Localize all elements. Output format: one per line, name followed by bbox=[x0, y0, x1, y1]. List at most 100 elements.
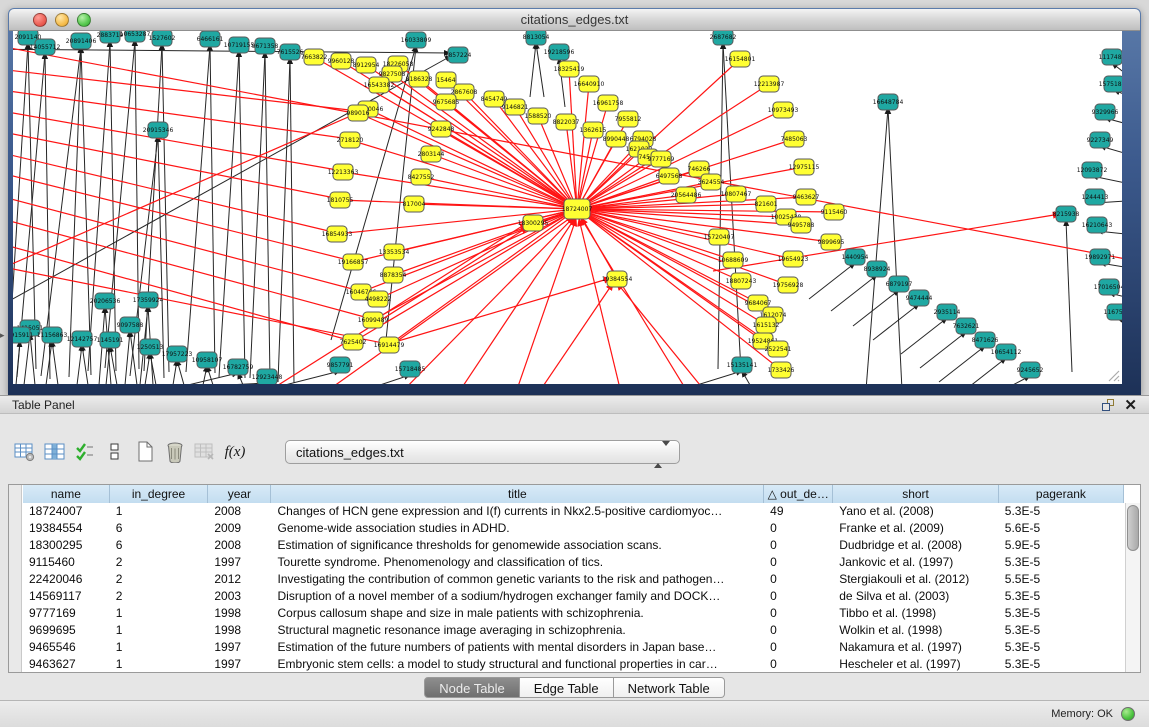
tab-network-table[interactable]: Network Table bbox=[614, 677, 725, 698]
table-cell[interactable]: 18300295 bbox=[23, 537, 110, 554]
table-cell[interactable]: Estimation of significance thresholds fo… bbox=[272, 537, 765, 554]
table-cell[interactable]: 0 bbox=[764, 605, 833, 622]
table-cell[interactable]: 1 bbox=[110, 503, 209, 520]
table-cell[interactable]: Estimation of the future numbers of pati… bbox=[272, 639, 765, 656]
table-row[interactable]: 1938455462009Genome-wide association stu… bbox=[23, 520, 1124, 537]
table-cell[interactable]: Structural magnetic resonance image aver… bbox=[272, 622, 765, 639]
table-cell[interactable]: 5.3E-5 bbox=[999, 639, 1124, 656]
table-cell[interactable]: 2 bbox=[110, 554, 209, 571]
resize-grip-icon[interactable] bbox=[1106, 368, 1120, 382]
table-cell[interactable]: 2009 bbox=[208, 520, 271, 537]
table-cell[interactable]: 1997 bbox=[208, 639, 271, 656]
table-cell[interactable]: 5.3E-5 bbox=[999, 656, 1124, 672]
table-cell[interactable]: 9463627 bbox=[23, 656, 110, 672]
table-cell[interactable]: 1997 bbox=[208, 554, 271, 571]
table-cell[interactable]: Tibbo et al. (1998) bbox=[833, 605, 999, 622]
table-cell[interactable]: Genome-wide association studies in ADHD. bbox=[272, 520, 765, 537]
table-row[interactable]: 1830029562008Estimation of significance … bbox=[23, 537, 1124, 554]
table-cell[interactable]: 1998 bbox=[208, 622, 271, 639]
table-cell[interactable]: Franke et al. (2009) bbox=[833, 520, 999, 537]
table-cell[interactable]: Yano et al. (2008) bbox=[833, 503, 999, 520]
table-cell[interactable]: Jankovic et al. (1997) bbox=[833, 554, 999, 571]
table-cell[interactable]: 0 bbox=[764, 622, 833, 639]
table-cell[interactable]: 6 bbox=[110, 537, 209, 554]
table-row[interactable]: 1456911722003Disruption of a novel membe… bbox=[23, 588, 1124, 605]
citation-network-graph[interactable]: 2091140140557122089140628837191065328715… bbox=[13, 31, 1122, 384]
column-header-pagerank[interactable]: pagerank bbox=[999, 485, 1124, 503]
table-cell[interactable]: 18724007 bbox=[23, 503, 110, 520]
new-table-icon[interactable] bbox=[130, 438, 160, 466]
table-cell[interactable]: 2 bbox=[110, 588, 209, 605]
table-row[interactable]: 946362711997Embryonic stem cells: a mode… bbox=[23, 656, 1124, 672]
table-cell[interactable]: Dudbridge et al. (2008) bbox=[833, 537, 999, 554]
column-header-short[interactable]: short bbox=[833, 485, 999, 503]
table-row[interactable]: 2242004622012Investigating the contribut… bbox=[23, 571, 1124, 588]
table-cell[interactable]: 2008 bbox=[208, 503, 271, 520]
table-cell[interactable]: 5.3E-5 bbox=[999, 622, 1124, 639]
vertical-scrollbar[interactable] bbox=[1125, 503, 1140, 672]
table-cell[interactable]: Corpus callosum shape and size in male p… bbox=[272, 605, 765, 622]
table-cell[interactable]: 22420046 bbox=[23, 571, 110, 588]
table-cell[interactable]: 0 bbox=[764, 537, 833, 554]
table-cell[interactable]: 5.6E-5 bbox=[999, 520, 1124, 537]
table-row[interactable]: 911546021997Tourette syndrome. Phenomeno… bbox=[23, 554, 1124, 571]
tab-edge-table[interactable]: Edge Table bbox=[520, 677, 614, 698]
table-cell[interactable]: Nakamura et al. (1997) bbox=[833, 639, 999, 656]
table-cell[interactable]: Investigating the contribution of common… bbox=[272, 571, 765, 588]
table-cell[interactable]: 5.3E-5 bbox=[999, 554, 1124, 571]
table-cell[interactable]: 2003 bbox=[208, 588, 271, 605]
table-header-row[interactable]: namein_degreeyeartitle△ out_de…shortpage… bbox=[23, 485, 1124, 503]
table-cell[interactable]: 1 bbox=[110, 622, 209, 639]
float-panel-icon[interactable] bbox=[1102, 399, 1115, 412]
column-header-year[interactable]: year bbox=[208, 485, 271, 503]
table-cell[interactable]: de Silva et al. (2003) bbox=[833, 588, 999, 605]
table-cell[interactable]: 2 bbox=[110, 571, 209, 588]
table-cell[interactable]: 19384554 bbox=[23, 520, 110, 537]
row-height-icon[interactable] bbox=[100, 438, 130, 466]
table-cell[interactable]: 0 bbox=[764, 639, 833, 656]
close-panel-icon[interactable]: ✕ bbox=[1124, 396, 1137, 414]
table-cell[interactable]: 49 bbox=[764, 503, 833, 520]
column-header-name[interactable]: name bbox=[23, 485, 110, 503]
table-cell[interactable]: Wolkin et al. (1998) bbox=[833, 622, 999, 639]
panel-collapse-arrow-icon[interactable]: ▸ bbox=[0, 330, 5, 341]
delete-table-trash-icon[interactable] bbox=[160, 438, 190, 466]
table-body[interactable]: 1872400712008Changes of HCN gene express… bbox=[23, 503, 1124, 672]
table-cell[interactable]: 0 bbox=[764, 656, 833, 672]
table-cell[interactable]: 5.9E-5 bbox=[999, 537, 1124, 554]
table-cell[interactable]: Disruption of a novel member of a sodium… bbox=[272, 588, 765, 605]
table-cell[interactable]: 5.3E-5 bbox=[999, 588, 1124, 605]
table-row[interactable]: 969969511998Structural magnetic resonanc… bbox=[23, 622, 1124, 639]
table-selector-dropdown[interactable]: citations_edges.txt bbox=[285, 440, 680, 464]
table-row[interactable]: 946554611997Estimation of the future num… bbox=[23, 639, 1124, 656]
window-titlebar[interactable]: citations_edges.txt bbox=[9, 9, 1140, 31]
table-cell[interactable]: 5.5E-5 bbox=[999, 571, 1124, 588]
table-cell[interactable]: 0 bbox=[764, 554, 833, 571]
table-settings-icon[interactable] bbox=[10, 438, 40, 466]
table-cell[interactable]: 9465546 bbox=[23, 639, 110, 656]
show-columns-checklist-icon[interactable] bbox=[70, 438, 100, 466]
table-cell[interactable]: 9777169 bbox=[23, 605, 110, 622]
table-cell[interactable]: Hescheler et al. (1997) bbox=[833, 656, 999, 672]
function-builder-icon[interactable]: f(x) bbox=[220, 438, 250, 466]
table-row[interactable]: 977716911998Corpus callosum shape and si… bbox=[23, 605, 1124, 622]
network-canvas[interactable]: 2091140140557122089140628837191065328715… bbox=[13, 31, 1122, 384]
table-cell[interactable]: 6 bbox=[110, 520, 209, 537]
table-cell[interactable]: Tourette syndrome. Phenomenology and cla… bbox=[272, 554, 765, 571]
table-cell[interactable]: 2012 bbox=[208, 571, 271, 588]
table-cell[interactable]: 1 bbox=[110, 656, 209, 672]
column-header-title[interactable]: title bbox=[271, 485, 764, 503]
column-header-in_degree[interactable]: in_degree bbox=[110, 485, 209, 503]
table-cell[interactable]: 9115460 bbox=[23, 554, 110, 571]
table-cell[interactable]: 14569117 bbox=[23, 588, 110, 605]
table-cell[interactable]: 1 bbox=[110, 605, 209, 622]
table-cell[interactable]: 0 bbox=[764, 520, 833, 537]
table-row[interactable]: 1872400712008Changes of HCN gene express… bbox=[23, 503, 1124, 520]
table-cell[interactable]: 1998 bbox=[208, 605, 271, 622]
tab-node-table[interactable]: Node Table bbox=[424, 677, 520, 698]
table-cell[interactable]: Changes of HCN gene expression and I(f) … bbox=[272, 503, 765, 520]
table-cell[interactable]: 1997 bbox=[208, 656, 271, 672]
table-cell[interactable]: 5.3E-5 bbox=[999, 503, 1124, 520]
table-cell[interactable]: 1 bbox=[110, 639, 209, 656]
table-cell[interactable]: 2008 bbox=[208, 537, 271, 554]
